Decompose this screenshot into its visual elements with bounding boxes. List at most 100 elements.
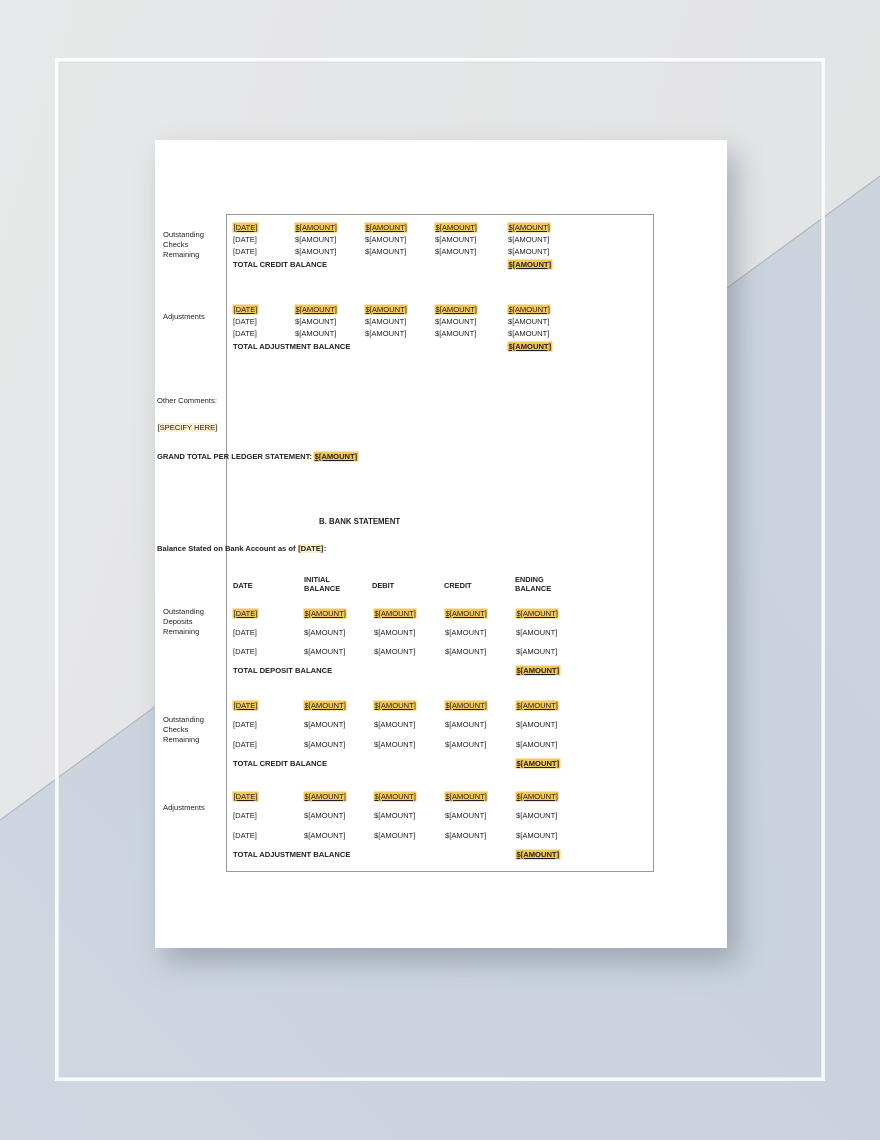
cell-amount[interactable]: $[AMOUNT]: [374, 701, 417, 711]
cell-date[interactable]: [DATE]: [233, 235, 257, 244]
total-amount[interactable]: $[AMOUNT]: [516, 666, 560, 676]
cell-amount[interactable]: $[AMOUNT]: [508, 223, 551, 233]
bank-balance-line: Balance Stated on Bank Account as of [DA…: [157, 544, 326, 553]
cell-amount[interactable]: $[AMOUNT]: [304, 628, 345, 637]
cell-amount[interactable]: $[AMOUNT]: [295, 329, 336, 338]
label-line: Remaining: [163, 735, 200, 745]
cell-amount[interactable]: $[AMOUNT]: [508, 329, 549, 338]
cell-amount[interactable]: $[AMOUNT]: [508, 247, 549, 256]
cell-date[interactable]: [DATE]: [233, 740, 257, 749]
cell-date[interactable]: [DATE]: [233, 811, 257, 820]
cell-date[interactable]: [DATE]: [233, 223, 258, 233]
label-line: Checks: [163, 725, 189, 735]
cell-date[interactable]: [DATE]: [233, 647, 257, 656]
cell-date[interactable]: [DATE]: [233, 831, 257, 840]
grand-total-amount[interactable]: $[AMOUNT]: [314, 452, 358, 461]
cell-date[interactable]: [DATE]: [233, 720, 257, 729]
total-amount[interactable]: $[AMOUNT]: [516, 759, 560, 769]
label-line: Remaining: [163, 627, 200, 637]
cell-amount[interactable]: $[AMOUNT]: [295, 305, 338, 315]
column-header-initial-balance: INITIAL BALANCE: [304, 575, 341, 594]
cell-amount[interactable]: $[AMOUNT]: [445, 811, 486, 820]
cell-date[interactable]: [DATE]: [233, 317, 257, 326]
cell-amount[interactable]: $[AMOUNT]: [445, 720, 486, 729]
cell-amount[interactable]: $[AMOUNT]: [516, 628, 557, 637]
cell-amount[interactable]: $[AMOUNT]: [516, 831, 557, 840]
cell-amount[interactable]: $[AMOUNT]: [516, 647, 557, 656]
cell-amount[interactable]: $[AMOUNT]: [295, 247, 336, 256]
label-line: Checks: [163, 240, 189, 250]
column-header-ending-balance: ENDING BALANCE: [515, 575, 552, 594]
cell-amount[interactable]: $[AMOUNT]: [435, 223, 478, 233]
cell-amount[interactable]: $[AMOUNT]: [304, 647, 345, 656]
cell-amount[interactable]: $[AMOUNT]: [516, 811, 557, 820]
cell-amount[interactable]: $[AMOUNT]: [445, 628, 486, 637]
cell-amount[interactable]: $[AMOUNT]: [295, 223, 338, 233]
cell-amount[interactable]: $[AMOUNT]: [445, 647, 486, 656]
cell-date[interactable]: [DATE]: [233, 701, 258, 711]
cell-date[interactable]: [DATE]: [233, 247, 257, 256]
cell-amount[interactable]: $[AMOUNT]: [304, 811, 345, 820]
cell-amount[interactable]: $[AMOUNT]: [445, 701, 488, 711]
cell-amount[interactable]: $[AMOUNT]: [365, 305, 408, 315]
cell-amount[interactable]: $[AMOUNT]: [445, 609, 488, 619]
cell-date[interactable]: [DATE]: [233, 628, 257, 637]
cell-amount[interactable]: $[AMOUNT]: [374, 792, 417, 802]
cell-amount[interactable]: $[AMOUNT]: [435, 305, 478, 315]
cell-amount[interactable]: $[AMOUNT]: [374, 740, 415, 749]
bank-balance-suffix: :: [323, 544, 327, 553]
cell-amount[interactable]: $[AMOUNT]: [516, 609, 559, 619]
bank-balance-date[interactable]: [DATE]: [297, 544, 324, 553]
cell-amount[interactable]: $[AMOUNT]: [365, 247, 406, 256]
column-header-date: DATE: [233, 581, 253, 590]
cell-amount[interactable]: $[AMOUNT]: [374, 609, 417, 619]
total-amount[interactable]: $[AMOUNT]: [516, 850, 560, 860]
other-comments-value[interactable]: [SPECIFY HERE]: [157, 423, 218, 432]
cell-amount[interactable]: $[AMOUNT]: [365, 223, 408, 233]
cell-date[interactable]: [DATE]: [233, 609, 258, 619]
bank-balance-prefix: Balance Stated on Bank Account as of: [157, 544, 298, 553]
cell-date[interactable]: [DATE]: [233, 329, 257, 338]
cell-date[interactable]: [DATE]: [233, 305, 258, 315]
cell-amount[interactable]: $[AMOUNT]: [304, 720, 345, 729]
cell-amount[interactable]: $[AMOUNT]: [508, 305, 551, 315]
cell-amount[interactable]: $[AMOUNT]: [445, 740, 486, 749]
total-label: TOTAL ADJUSTMENT BALANCE: [233, 850, 351, 859]
cell-amount[interactable]: $[AMOUNT]: [445, 831, 486, 840]
cell-amount[interactable]: $[AMOUNT]: [516, 701, 559, 711]
cell-amount[interactable]: $[AMOUNT]: [304, 609, 347, 619]
cell-amount[interactable]: $[AMOUNT]: [304, 792, 347, 802]
total-amount[interactable]: $[AMOUNT]: [508, 260, 552, 270]
cell-amount[interactable]: $[AMOUNT]: [435, 317, 476, 326]
cell-amount[interactable]: $[AMOUNT]: [435, 235, 476, 244]
cell-amount[interactable]: $[AMOUNT]: [508, 317, 549, 326]
cell-amount[interactable]: $[AMOUNT]: [435, 247, 476, 256]
total-amount[interactable]: $[AMOUNT]: [508, 342, 552, 352]
column-header-credit: CREDIT: [444, 581, 472, 590]
label-line: Outstanding: [163, 230, 204, 239]
cell-amount[interactable]: $[AMOUNT]: [445, 792, 488, 802]
cell-amount[interactable]: $[AMOUNT]: [374, 831, 415, 840]
cell-amount[interactable]: $[AMOUNT]: [365, 317, 406, 326]
label-line: Remaining: [163, 250, 200, 260]
cell-amount[interactable]: $[AMOUNT]: [374, 720, 415, 729]
row-label-outstanding-deposits: Outstanding Deposits Remaining: [163, 607, 229, 637]
cell-date[interactable]: [DATE]: [233, 792, 258, 802]
cell-amount[interactable]: $[AMOUNT]: [304, 701, 347, 711]
cell-amount[interactable]: $[AMOUNT]: [435, 329, 476, 338]
cell-amount[interactable]: $[AMOUNT]: [295, 317, 336, 326]
row-label-adjustments: Adjustments: [163, 312, 229, 322]
cell-amount[interactable]: $[AMOUNT]: [295, 235, 336, 244]
cell-amount[interactable]: $[AMOUNT]: [304, 740, 345, 749]
cell-amount[interactable]: $[AMOUNT]: [516, 740, 557, 749]
cell-amount[interactable]: $[AMOUNT]: [508, 235, 549, 244]
cell-amount[interactable]: $[AMOUNT]: [304, 831, 345, 840]
cell-amount[interactable]: $[AMOUNT]: [365, 329, 406, 338]
cell-amount[interactable]: $[AMOUNT]: [374, 628, 415, 637]
cell-amount[interactable]: $[AMOUNT]: [516, 792, 559, 802]
cell-amount[interactable]: $[AMOUNT]: [374, 647, 415, 656]
total-label: TOTAL ADJUSTMENT BALANCE: [233, 342, 351, 351]
cell-amount[interactable]: $[AMOUNT]: [374, 811, 415, 820]
cell-amount[interactable]: $[AMOUNT]: [516, 720, 557, 729]
cell-amount[interactable]: $[AMOUNT]: [365, 235, 406, 244]
